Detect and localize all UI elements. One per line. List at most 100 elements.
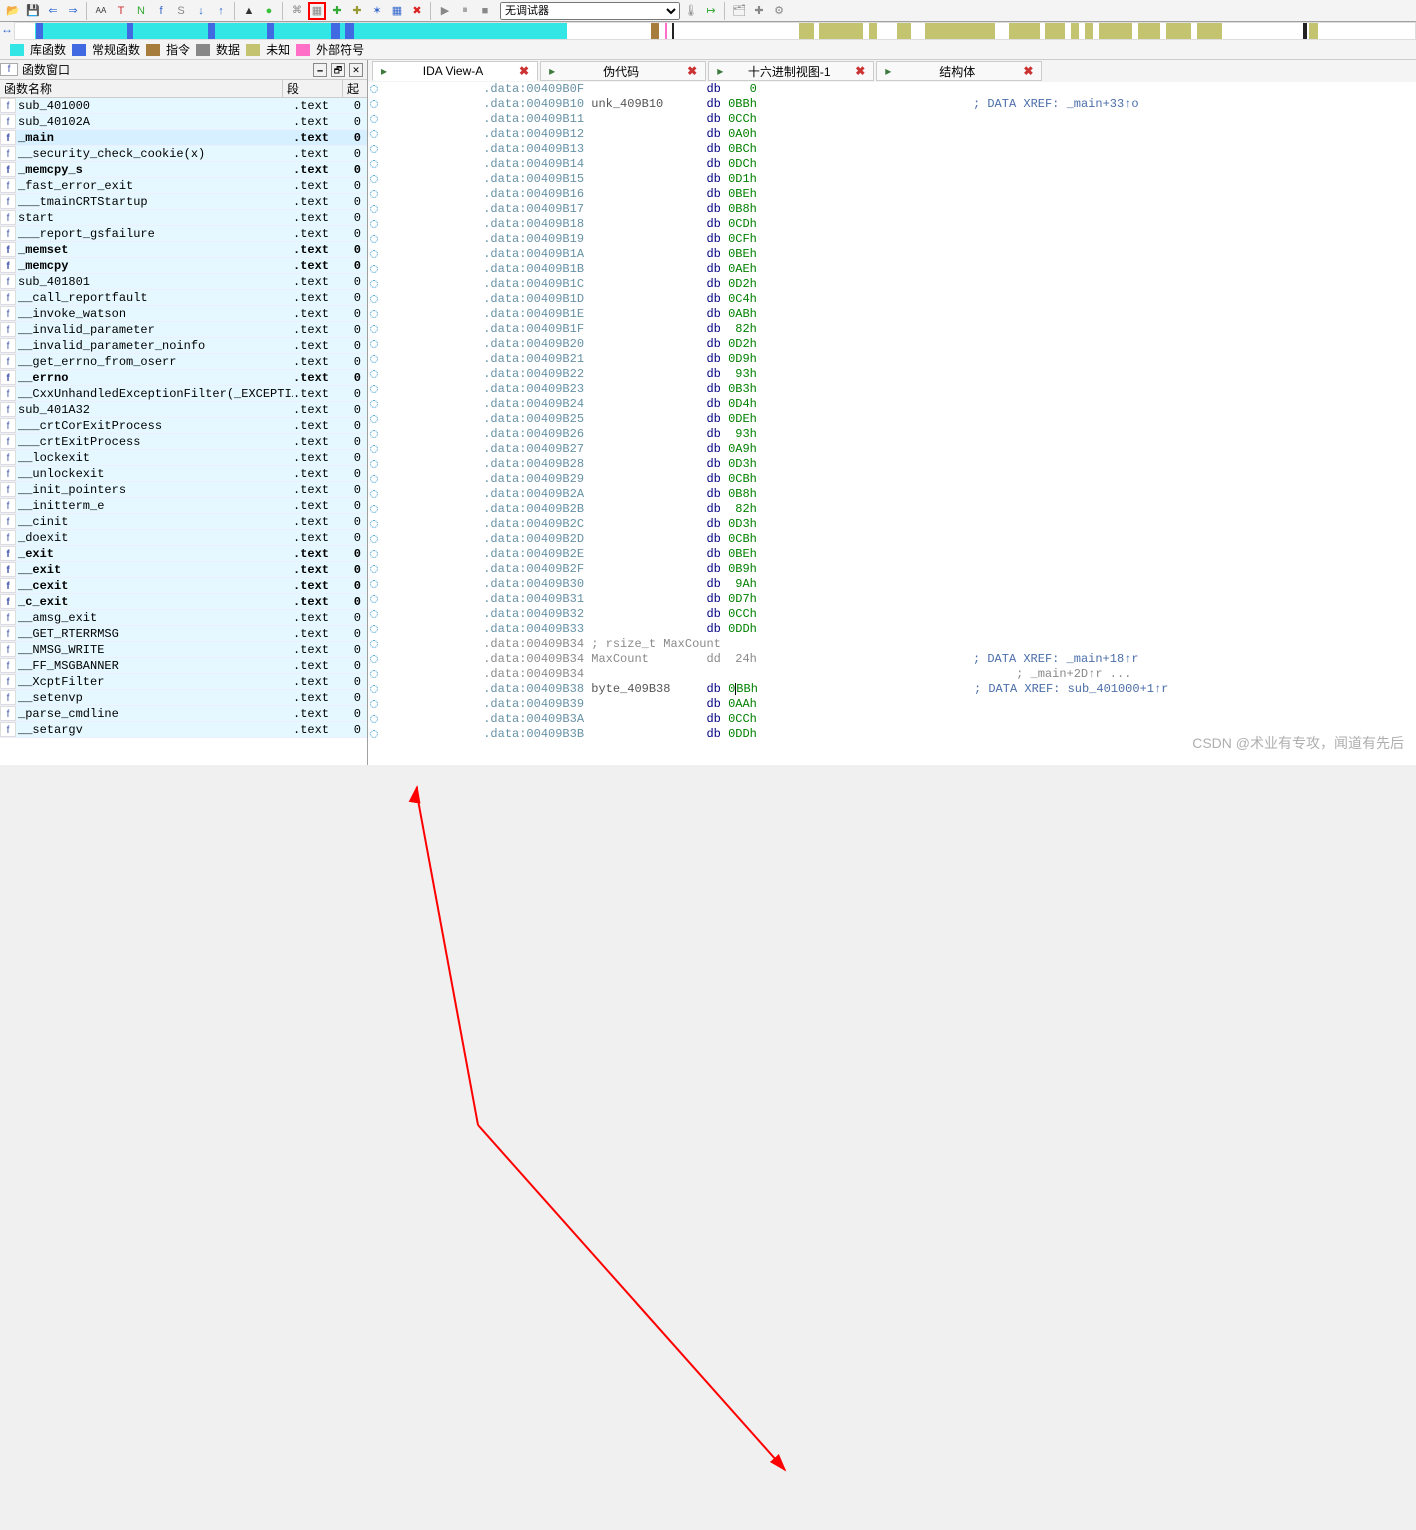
disasm-line[interactable]: .data:00409B38 byte_409B38 db 0BBh ; DAT… bbox=[368, 682, 1416, 697]
back-icon[interactable]: ⇐ bbox=[44, 2, 62, 20]
disasm-line[interactable]: .data:00409B1A db 0BEh bbox=[368, 247, 1416, 262]
disasm-line[interactable]: .data:00409B2B db 82h bbox=[368, 502, 1416, 517]
function-row[interactable]: f___crtCorExitProcess.text0 bbox=[0, 418, 367, 434]
disasm-line[interactable]: .data:00409B3B db 0DDh bbox=[368, 727, 1416, 742]
function-row[interactable]: f___crtExitProcess.text0 bbox=[0, 434, 367, 450]
disasm-line[interactable]: .data:00409B2E db 0BEh bbox=[368, 547, 1416, 562]
binary-icon[interactable]: AA bbox=[92, 2, 110, 20]
function-row[interactable]: fsub_401000.text0 bbox=[0, 98, 367, 114]
col-start[interactable]: 起 bbox=[343, 80, 367, 97]
function-row[interactable]: f__setenvp.text0 bbox=[0, 690, 367, 706]
script-icon[interactable]: ✚ bbox=[750, 2, 768, 20]
disasm-line[interactable]: .data:00409B2F db 0B9h bbox=[368, 562, 1416, 577]
functions-header[interactable]: 函数名称 段 起 bbox=[0, 80, 367, 98]
gear-icon[interactable]: ⚙ bbox=[770, 2, 788, 20]
function-row[interactable]: f_fast_error_exit.text0 bbox=[0, 178, 367, 194]
function-row[interactable]: f___tmainCRTStartup.text0 bbox=[0, 194, 367, 210]
function-row[interactable]: fsub_401A32.text0 bbox=[0, 402, 367, 418]
arrow-down-icon[interactable]: ↓ bbox=[192, 2, 210, 20]
function-row[interactable]: f_memset.text0 bbox=[0, 242, 367, 258]
function-row[interactable]: f__init_pointers.text0 bbox=[0, 482, 367, 498]
disasm-line[interactable]: .data:00409B33 db 0DDh bbox=[368, 622, 1416, 637]
disasm-line[interactable]: .data:00409B21 db 0D9h bbox=[368, 352, 1416, 367]
disasm-line[interactable]: .data:00409B34 ; _main+2D↑r ... bbox=[368, 667, 1416, 682]
sphere-icon[interactable]: ● bbox=[260, 2, 278, 20]
function-row[interactable]: f__CxxUnhandledExceptionFilter(_EXCEPTI…… bbox=[0, 386, 367, 402]
enum-icon[interactable]: ✚ bbox=[348, 2, 366, 20]
stepout-icon[interactable]: ↦ bbox=[702, 2, 720, 20]
disasm-line[interactable]: .data:00409B2D db 0CBh bbox=[368, 532, 1416, 547]
disasm-line[interactable]: .data:00409B28 db 0D3h bbox=[368, 457, 1416, 472]
function-row[interactable]: f__NMSG_WRITE.text0 bbox=[0, 642, 367, 658]
disasm-line[interactable]: .data:00409B10 unk_409B10 db 0BBh ; DATA… bbox=[368, 97, 1416, 112]
forward-icon[interactable]: ⇒ bbox=[64, 2, 82, 20]
tab-close-icon[interactable]: ✖ bbox=[1023, 64, 1033, 78]
open-icon[interactable]: 📂 bbox=[4, 2, 22, 20]
navigation-band[interactable]: ↔ bbox=[0, 22, 1416, 40]
tab-close-icon[interactable]: ✖ bbox=[519, 64, 529, 78]
function-row[interactable]: fsub_40102A.text0 bbox=[0, 114, 367, 130]
disasm-line[interactable]: .data:00409B13 db 0BCh bbox=[368, 142, 1416, 157]
disasm-line[interactable]: .data:00409B22 db 93h bbox=[368, 367, 1416, 382]
disasm-line[interactable]: .data:00409B1B db 0AEh bbox=[368, 262, 1416, 277]
funcs-icon[interactable]: f bbox=[152, 2, 170, 20]
stop-icon[interactable]: ■ bbox=[476, 2, 494, 20]
disasm-line[interactable]: .data:00409B30 db 9Ah bbox=[368, 577, 1416, 592]
disasm-line[interactable]: .data:00409B17 db 0B8h bbox=[368, 202, 1416, 217]
tab[interactable]: ▸十六进制视图-1✖ bbox=[708, 61, 874, 81]
function-row[interactable]: f__security_check_cookie(x).text0 bbox=[0, 146, 367, 162]
col-segment[interactable]: 段 bbox=[283, 80, 343, 97]
module-icon[interactable]: 🗂 bbox=[730, 2, 748, 20]
temp-icon[interactable]: 🌡 bbox=[682, 2, 700, 20]
disasm-line[interactable]: .data:00409B24 db 0D4h bbox=[368, 397, 1416, 412]
function-row[interactable]: f_doexit.text0 bbox=[0, 530, 367, 546]
disasm-line[interactable]: .data:00409B34 ; rsize_t MaxCount bbox=[368, 637, 1416, 652]
function-row[interactable]: f__cexit.text0 bbox=[0, 578, 367, 594]
col-func-name[interactable]: 函数名称 bbox=[0, 80, 283, 97]
disasm-line[interactable]: .data:00409B18 db 0CDh bbox=[368, 217, 1416, 232]
function-row[interactable]: f__initterm_e.text0 bbox=[0, 498, 367, 514]
function-row[interactable]: f__XcptFilter.text0 bbox=[0, 674, 367, 690]
function-row[interactable]: f__invalid_parameter.text0 bbox=[0, 322, 367, 338]
disasm-line[interactable]: .data:00409B1D db 0C4h bbox=[368, 292, 1416, 307]
function-row[interactable]: f__unlockexit.text0 bbox=[0, 466, 367, 482]
data-icon-highlighted[interactable]: ▦ bbox=[308, 2, 326, 20]
minimize-button[interactable]: 🗕 bbox=[313, 63, 327, 77]
function-row[interactable]: f__invoke_watson.text0 bbox=[0, 306, 367, 322]
disasm-line[interactable]: .data:00409B1F db 82h bbox=[368, 322, 1416, 337]
arrow-up-icon[interactable]: ↑ bbox=[212, 2, 230, 20]
text-icon[interactable]: T bbox=[112, 2, 130, 20]
disasm-line[interactable]: .data:00409B2C db 0D3h bbox=[368, 517, 1416, 532]
function-row[interactable]: f__cinit.text0 bbox=[0, 514, 367, 530]
function-row[interactable]: f___report_gsfailure.text0 bbox=[0, 226, 367, 242]
disasm-line[interactable]: .data:00409B1C db 0D2h bbox=[368, 277, 1416, 292]
disasm-line[interactable]: .data:00409B29 db 0CBh bbox=[368, 472, 1416, 487]
disasm-line[interactable]: .data:00409B3A db 0CCh bbox=[368, 712, 1416, 727]
disasm-line[interactable]: .data:00409B19 db 0CFh bbox=[368, 232, 1416, 247]
function-row[interactable]: f_memcpy_s.text0 bbox=[0, 162, 367, 178]
disasm-line[interactable]: .data:00409B20 db 0D2h bbox=[368, 337, 1416, 352]
disasm-line[interactable]: .data:00409B26 db 93h bbox=[368, 427, 1416, 442]
function-row[interactable]: fsub_401801.text0 bbox=[0, 274, 367, 290]
disasm-line[interactable]: .data:00409B23 db 0B3h bbox=[368, 382, 1416, 397]
disasm-line[interactable]: .data:00409B32 db 0CCh bbox=[368, 607, 1416, 622]
disasm-line[interactable]: .data:00409B14 db 0DCh bbox=[368, 157, 1416, 172]
function-row[interactable]: f__call_reportfault.text0 bbox=[0, 290, 367, 306]
disasm-line[interactable]: .data:00409B1E db 0ABh bbox=[368, 307, 1416, 322]
functions-list[interactable]: fsub_401000.text0fsub_40102A.text0f_main… bbox=[0, 98, 367, 765]
function-row[interactable]: f_memcpy.text0 bbox=[0, 258, 367, 274]
disasm-line[interactable]: .data:00409B15 db 0D1h bbox=[368, 172, 1416, 187]
function-row[interactable]: f__amsg_exit.text0 bbox=[0, 610, 367, 626]
disassembly-view[interactable]: .data:00409B0F db 0 .data:00409B10 unk_4… bbox=[368, 82, 1416, 765]
function-row[interactable]: f_c_exit.text0 bbox=[0, 594, 367, 610]
tab-close-icon[interactable]: ✖ bbox=[855, 64, 865, 78]
close-button[interactable]: ✕ bbox=[349, 63, 363, 77]
function-row[interactable]: f__invalid_parameter_noinfo.text0 bbox=[0, 338, 367, 354]
disasm-line[interactable]: .data:00409B12 db 0A0h bbox=[368, 127, 1416, 142]
disasm-line[interactable]: .data:00409B25 db 0DEh bbox=[368, 412, 1416, 427]
run-icon[interactable]: ▶ bbox=[436, 2, 454, 20]
tab[interactable]: ▸伪代码✖ bbox=[540, 61, 706, 81]
tab[interactable]: ▸IDA View-A✖ bbox=[372, 61, 538, 81]
function-row[interactable]: f_exit.text0 bbox=[0, 546, 367, 562]
disasm-line[interactable]: .data:00409B27 db 0A9h bbox=[368, 442, 1416, 457]
